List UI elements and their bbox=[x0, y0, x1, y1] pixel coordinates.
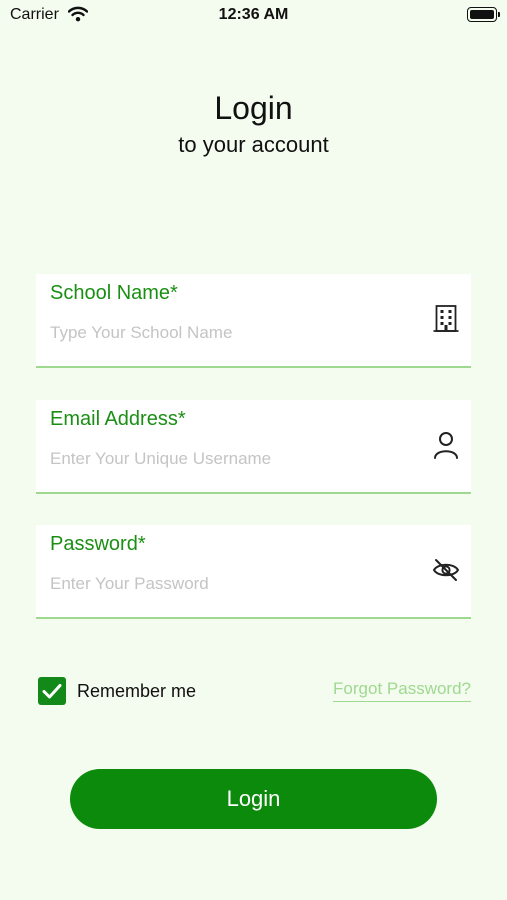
school-name-input[interactable] bbox=[50, 320, 410, 346]
password-label: Password* bbox=[50, 533, 146, 555]
email-address-input[interactable] bbox=[50, 446, 410, 472]
user-icon bbox=[433, 430, 459, 460]
email-address-field[interactable]: Email Address* bbox=[36, 400, 471, 494]
login-button[interactable]: Login bbox=[70, 769, 437, 829]
status-bar: Carrier 12:36 AM bbox=[0, 0, 507, 30]
email-address-label: Email Address* bbox=[50, 408, 186, 430]
remember-me-checkbox[interactable] bbox=[38, 677, 66, 705]
login-screen: Carrier 12:36 AM Login to your account S… bbox=[0, 0, 507, 900]
page-title: Login bbox=[214, 90, 293, 126]
battery-icon bbox=[467, 7, 500, 22]
remember-me-label[interactable]: Remember me bbox=[77, 681, 196, 702]
checkmark-icon bbox=[42, 684, 62, 699]
page-subtitle: to your account bbox=[178, 132, 329, 157]
eye-slash-icon[interactable] bbox=[432, 555, 460, 585]
school-name-label: School Name* bbox=[50, 282, 178, 304]
password-input[interactable] bbox=[50, 571, 410, 597]
forgot-password-link[interactable]: Forgot Password? bbox=[333, 679, 471, 702]
password-field[interactable]: Password* bbox=[36, 525, 471, 619]
status-time: 12:36 AM bbox=[218, 6, 289, 23]
building-icon bbox=[433, 304, 459, 334]
school-name-field[interactable]: School Name* bbox=[36, 274, 471, 368]
